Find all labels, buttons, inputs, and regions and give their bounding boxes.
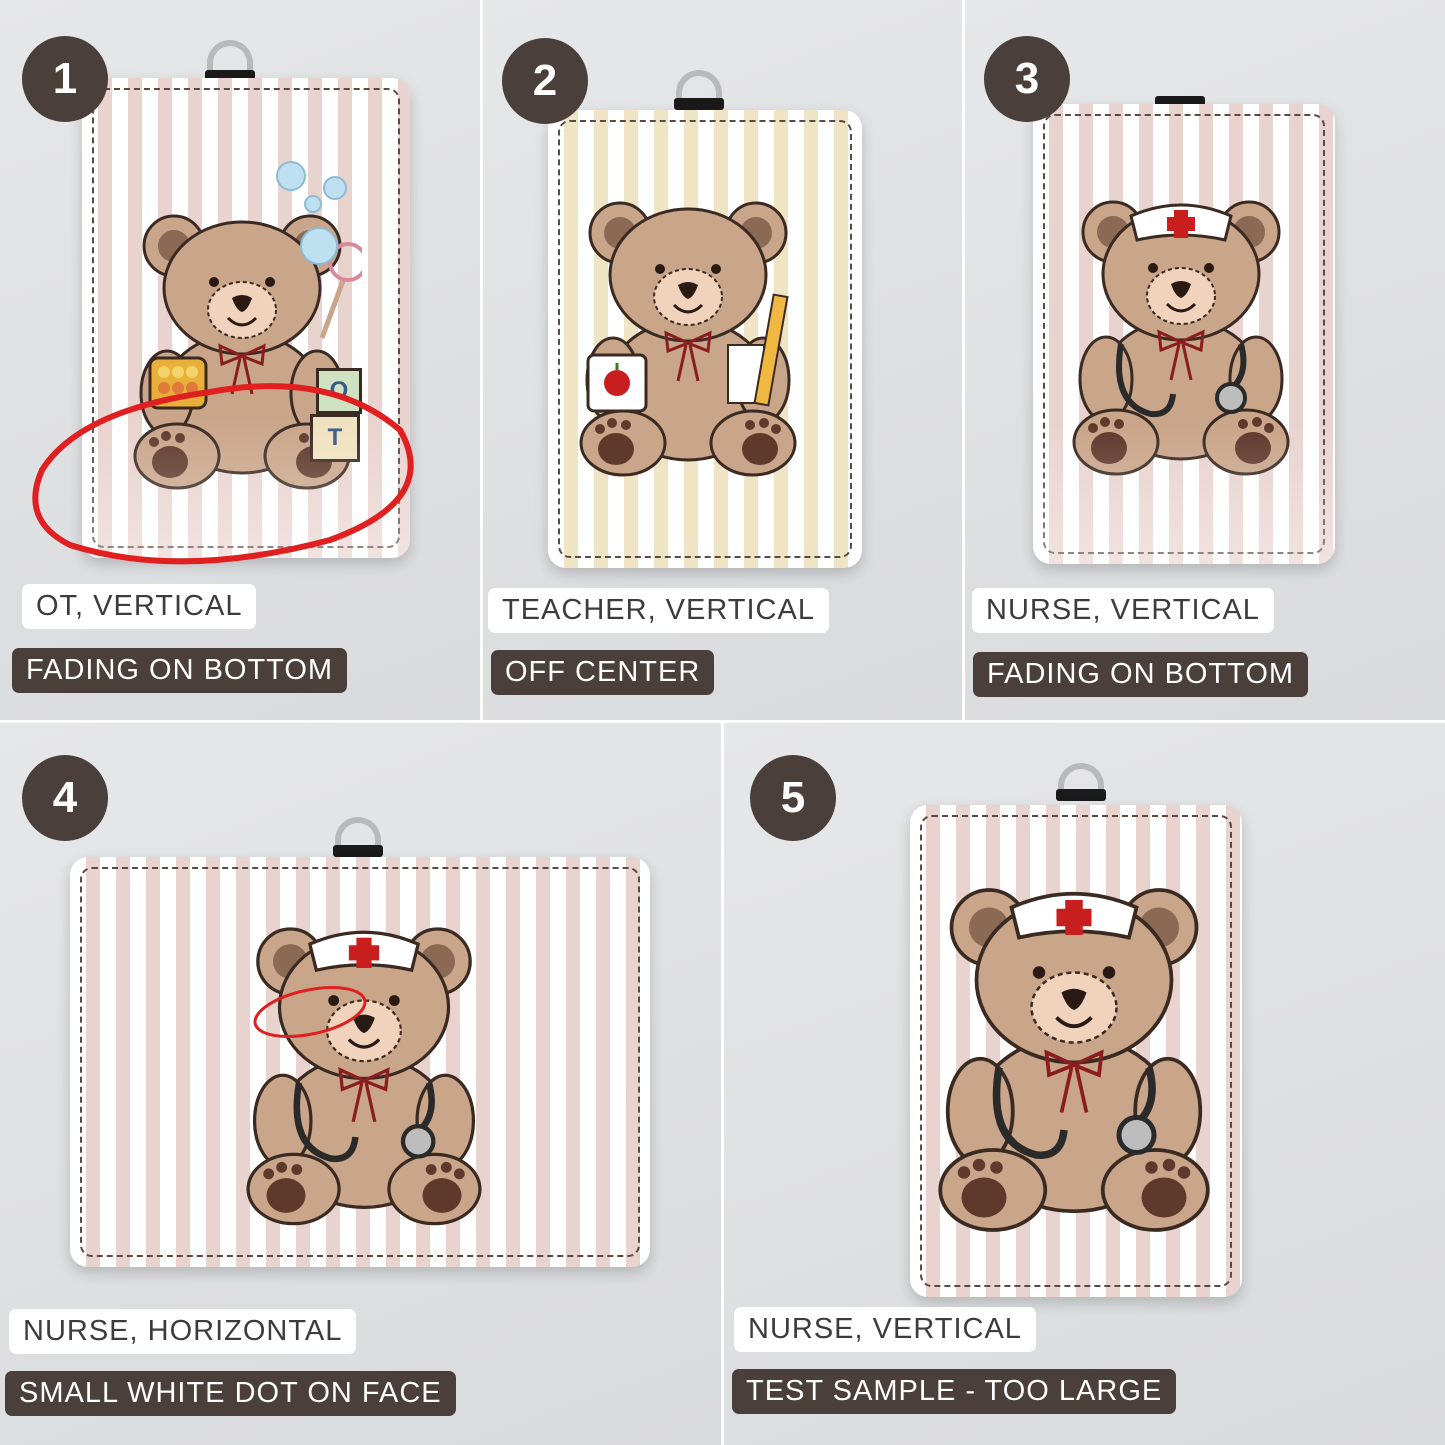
issue-label: OFF CENTER bbox=[491, 650, 715, 695]
design-label: OT, VERTICAL bbox=[22, 584, 257, 629]
strap bbox=[333, 845, 383, 857]
nurse-bear-illustration bbox=[246, 927, 482, 1226]
strap bbox=[674, 98, 724, 110]
panel-number-badge: 2 bbox=[502, 38, 588, 124]
panel-number: 1 bbox=[52, 54, 78, 103]
badge-holder bbox=[910, 805, 1242, 1297]
panel-number: 4 bbox=[52, 773, 78, 822]
photo-panel-3: 3 NURSE, VERTICAL FADING ON BOTTOM bbox=[965, 0, 1445, 720]
design-label: NURSE, VERTICAL bbox=[734, 1307, 1036, 1352]
badge-holder bbox=[70, 857, 650, 1267]
design-label: NURSE, VERTICAL bbox=[972, 588, 1274, 633]
photo-panel-5: 5 NURSE, VERTICAL TEST SAMPLE - TOO LARG… bbox=[724, 723, 1445, 1445]
nurse-bear-illustration bbox=[938, 888, 1210, 1232]
strap bbox=[1056, 789, 1106, 801]
fade-region bbox=[1033, 424, 1335, 564]
panel-number-badge: 4 bbox=[22, 755, 108, 841]
panel-number-badge: 5 bbox=[750, 755, 836, 841]
issue-label: FADING ON BOTTOM bbox=[12, 648, 348, 693]
photo-panel-2: 2 TEACHER, VERTICAL OFF CENTER bbox=[483, 0, 962, 720]
panel-number-badge: 1 bbox=[22, 36, 108, 122]
teacher-bear-illustration bbox=[579, 201, 797, 477]
annotation-circle bbox=[32, 383, 414, 565]
bubbles-icon bbox=[276, 161, 347, 265]
issue-label: FADING ON BOTTOM bbox=[973, 652, 1309, 697]
annotation-circle bbox=[253, 986, 367, 1038]
issue-label: SMALL WHITE DOT ON FACE bbox=[5, 1371, 456, 1416]
panel-number: 3 bbox=[1014, 54, 1040, 103]
panel-number: 5 bbox=[780, 773, 806, 822]
panel-number-badge: 3 bbox=[984, 36, 1070, 122]
panel-number: 2 bbox=[532, 56, 558, 105]
design-label: NURSE, HORIZONTAL bbox=[9, 1309, 357, 1354]
photo-panel-1: O T 1 OT, VERTICAL FADING ON BOTTOM bbox=[0, 0, 480, 720]
issue-label: TEST SAMPLE - TOO LARGE bbox=[732, 1369, 1177, 1414]
photo-panel-4: 4 NURSE, HORIZONTAL SMALL WHITE DOT ON F… bbox=[0, 723, 721, 1445]
badge-holder bbox=[1033, 104, 1335, 564]
badge-holder bbox=[548, 110, 862, 568]
design-label: TEACHER, VERTICAL bbox=[488, 588, 829, 633]
